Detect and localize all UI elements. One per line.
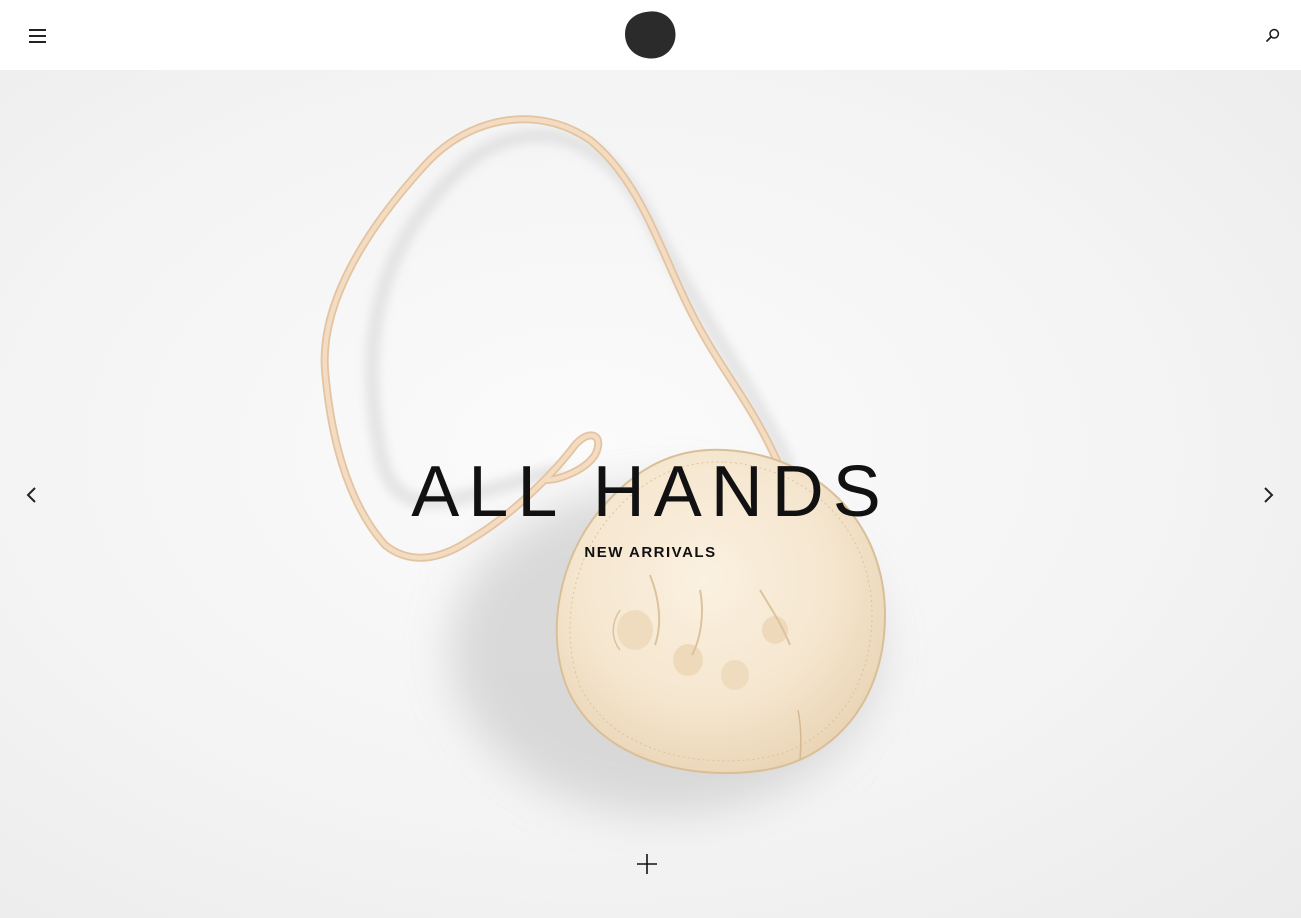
next-slide-button[interactable]: [1254, 474, 1284, 514]
new-arrivals-link[interactable]: NEW ARRIVALS: [0, 544, 1301, 561]
hero-title: ALL HANDS: [411, 452, 890, 532]
chevron-right-icon: [1264, 487, 1274, 503]
hamburger-menu-icon: [29, 29, 46, 43]
search-button[interactable]: [1258, 20, 1288, 50]
strap-shadow: [365, 128, 797, 509]
site-header: [0, 0, 1301, 70]
plus-icon: [637, 854, 657, 874]
site-logo[interactable]: [624, 10, 676, 60]
search-icon: [1266, 28, 1280, 42]
chevron-left-icon: [26, 487, 36, 503]
menu-button[interactable]: [22, 20, 54, 52]
hero-banner[interactable]: ALL HANDS NEW ARRIVALS: [0, 70, 1301, 918]
previous-slide-button[interactable]: [18, 474, 48, 514]
circle-logo-icon: [625, 11, 676, 59]
expand-button[interactable]: [630, 846, 664, 880]
